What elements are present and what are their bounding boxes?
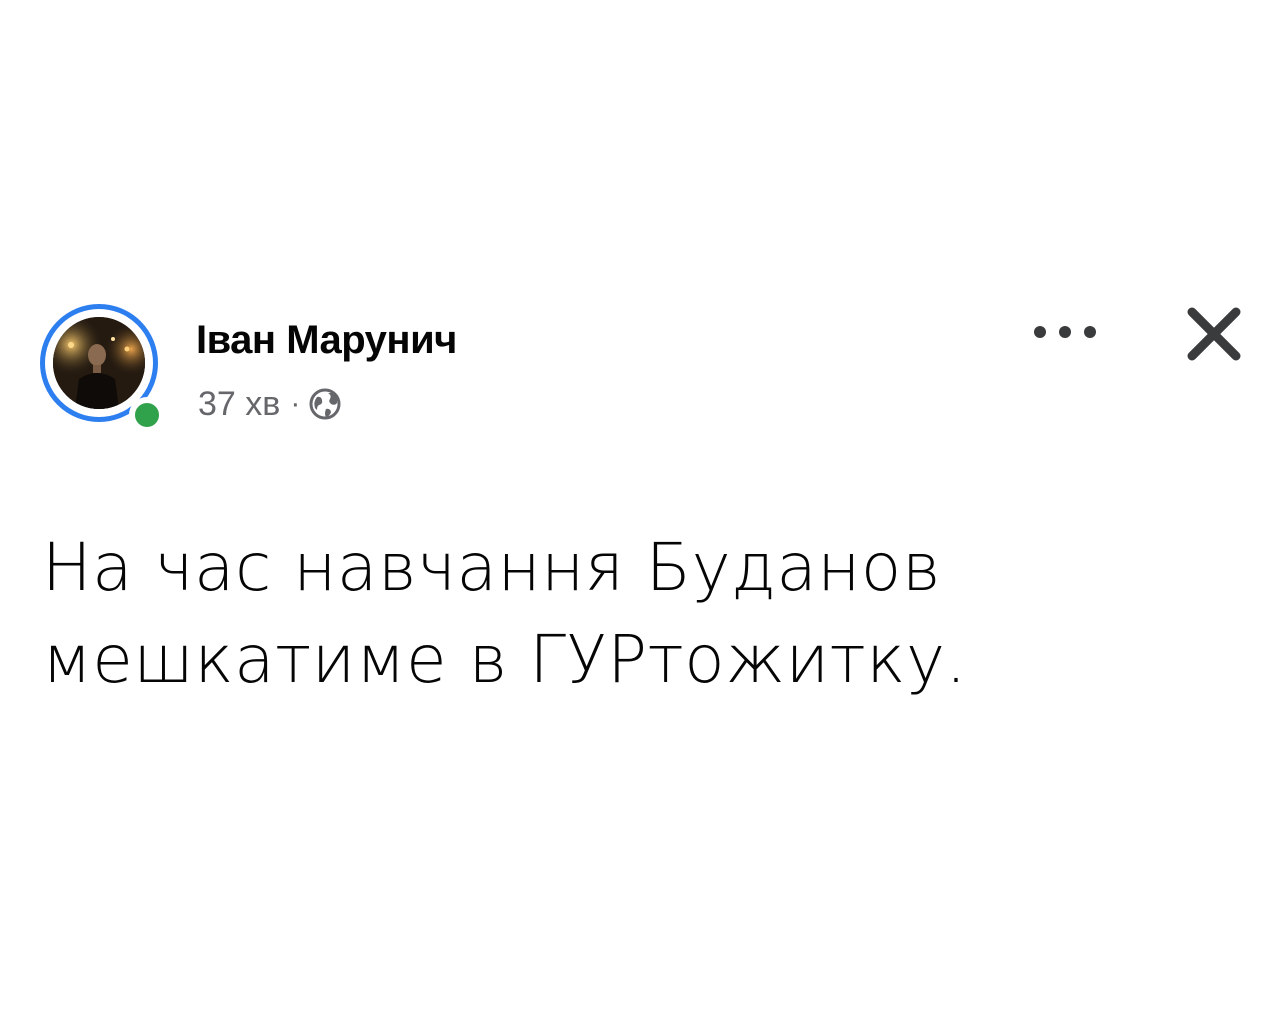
- online-status-indicator: [129, 397, 165, 433]
- post-meta: 37 хв ·: [198, 382, 342, 426]
- close-button[interactable]: [1180, 300, 1248, 368]
- close-icon: [1187, 307, 1241, 361]
- post-text-line: На час навчання Буданов: [42, 529, 941, 606]
- post-text-line: мешкатиме в ГУРтожитку.: [42, 621, 967, 698]
- more-horizontal-icon: [1034, 326, 1046, 338]
- avatar-photo: [53, 317, 145, 409]
- meta-separator: ·: [290, 387, 301, 420]
- more-dot: [1059, 326, 1071, 338]
- avatar[interactable]: [53, 317, 145, 409]
- more-dot: [1084, 326, 1096, 338]
- post-text: На час навчання Буданов мешкатиме в ГУРт…: [42, 522, 1222, 706]
- post-card: Іван Марунич 37 хв · На час навчання Буд…: [0, 0, 1280, 1024]
- author-name[interactable]: Іван Марунич: [196, 316, 457, 364]
- more-options-button[interactable]: [1034, 314, 1096, 350]
- globe-icon[interactable]: [308, 387, 342, 421]
- timestamp[interactable]: 37 хв: [198, 385, 280, 424]
